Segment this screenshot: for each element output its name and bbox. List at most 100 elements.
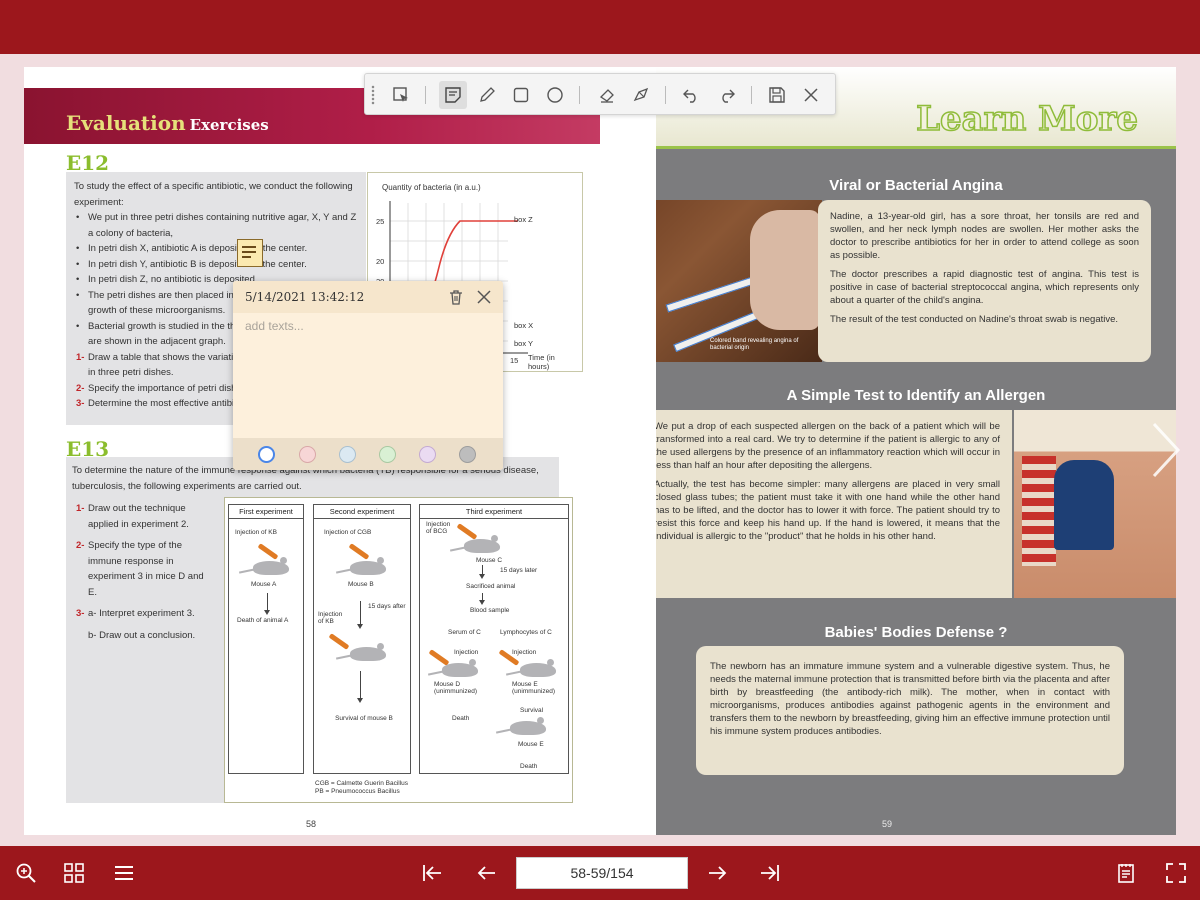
angina-text-box: Nadine, a 13-year-old girl, has a sore t… [818,200,1151,362]
arrow [479,593,485,605]
page-number-left: 58 [306,819,317,829]
rectangle-icon[interactable] [507,81,535,109]
section-subtitle: Exercises [189,116,269,134]
arrow [357,601,363,629]
arrow [264,593,270,615]
syringe-icon [257,543,279,560]
next-page-icon[interactable] [704,859,732,887]
arrow [479,565,485,579]
photo-caption: Colored band revealing angina of bacteri… [710,338,799,351]
question-item: b- Draw out a conclusion. [88,629,196,641]
toolbar-separator [751,86,752,104]
experiment-heading: First experiment [229,505,303,519]
paragraph: The doctor prescribes a rapid diagnostic… [830,269,1139,306]
redo-icon[interactable] [713,81,741,109]
mouse-icon [253,557,289,575]
babies-text-box: The newborn has an immature immune syste… [696,646,1124,775]
syringe-icon [348,543,370,560]
drag-handle-icon[interactable] [371,85,375,105]
experiments-footnote: CGB = Calmette Guerin Bacillus PB = Pneu… [315,780,409,795]
mouse-icon [350,557,386,575]
list-item: • In petri dish Y, antibiotic B is deposi… [76,258,307,270]
paragraph: The result of the test conducted on Nadi… [830,314,1119,325]
paragraph: We put a drop of each suspected allergen… [656,421,1000,471]
toolbar-separator [665,86,666,104]
paragraph: Nadine, a 13-year-old girl, has a sore t… [830,211,1139,261]
y-tick: 20 [376,257,385,266]
page-indicator-input[interactable]: 58-59/154 [516,857,688,889]
eraser-icon[interactable] [593,81,621,109]
close-icon[interactable] [475,288,493,306]
right-page: Learn More Viral or Bacterial Angina Col… [656,67,1176,835]
thumbnails-icon[interactable] [60,859,88,887]
pencil-icon[interactable] [473,81,501,109]
learn-more-title: Learn More [915,98,1138,140]
note-header: 5/14/2021 13:42:12 [233,281,503,313]
menu-icon[interactable] [110,859,138,887]
note-timestamp: 5/14/2021 13:42:12 [245,290,365,304]
toolbar-separator [579,86,580,104]
experiments-diagram: First experiment Injection of KB Mouse A… [224,497,573,803]
y-tick: 25 [376,217,385,226]
color-swatch-gray[interactable] [459,446,476,463]
mouse-icon [350,643,386,661]
section-heading-angina: Viral or Bacterial Angina [829,177,1003,194]
x-tick: 15 [510,356,519,365]
arrow [357,671,363,703]
color-swatch-white[interactable] [258,446,275,463]
question-item: 3- a- Interpret experiment 3. [76,608,195,619]
note-marker-icon[interactable] [237,239,263,267]
bottom-toolbar: 58-59/154 [0,846,1200,900]
ellipse-icon[interactable] [541,81,569,109]
section-title-text: Evaluation [66,111,186,135]
patient-shirt-icon [1054,460,1114,550]
section-heading-babies: Babies' Bodies Defense ? [824,624,1008,641]
x-label: Time (in hours) [528,353,555,371]
color-swatch-purple[interactable] [419,446,436,463]
angina-test-photo: Colored band revealing angina of bacteri… [656,200,822,362]
note-tool-icon[interactable] [439,81,467,109]
fullscreen-icon[interactable] [1162,859,1190,887]
mouse-icon [520,659,556,677]
list-item: • In petri dish X, antibiotic A is deposi… [76,243,308,254]
zoom-icon[interactable] [12,859,40,887]
annotation-toolbar [364,73,836,115]
last-page-icon[interactable] [756,859,784,887]
undo-icon[interactable] [677,81,705,109]
first-page-icon[interactable] [418,859,446,887]
paragraph: Actually, the test has become simpler: m… [656,479,1000,542]
color-swatch-pink[interactable] [299,446,316,463]
allergen-vials-icon [1022,456,1056,566]
experiment-heading: Third experiment [420,505,568,519]
allergen-text-box: We put a drop of each suspected allergen… [656,410,1012,598]
color-swatch-blue[interactable] [339,446,356,463]
previous-page-arrow-icon[interactable] [20,420,56,480]
hand-icon [750,210,820,330]
question-item: 2- Specify the type of the immune respons… [76,540,204,598]
first-experiment: First experiment Injection of KB Mouse A… [228,504,304,774]
section-heading-allergen: A Simple Test to Identify an Allergen [786,387,1046,404]
mouse-icon [464,535,500,553]
next-page-arrow-icon[interactable] [1148,420,1184,480]
select-tool-icon[interactable] [387,81,415,109]
syringe-icon [328,633,350,650]
prev-page-icon[interactable] [472,859,500,887]
top-bar [0,0,1200,54]
mouse-icon [510,717,546,735]
list-item: • We put in three petri dishes containing… [76,212,357,239]
experiment-heading: Second experiment [314,505,410,519]
second-experiment: Second experiment Injection of CGB Mouse… [313,504,411,774]
curve-label: box Y [514,339,534,348]
notes-icon[interactable] [1112,859,1140,887]
toolbar-separator [425,86,426,104]
delete-icon[interactable] [447,288,465,306]
color-swatch-green[interactable] [379,446,396,463]
highlighter-icon[interactable] [627,81,655,109]
save-icon[interactable] [763,81,791,109]
question-item: 1- Draw out the technique applied in expe… [76,503,189,530]
paragraph: The newborn has an immature immune syste… [710,661,1110,737]
note-text-input[interactable]: add texts... [245,319,304,333]
curve-label: box Z [514,215,533,224]
close-icon[interactable] [797,81,825,109]
section-title: Evaluation Exercises [66,111,269,135]
